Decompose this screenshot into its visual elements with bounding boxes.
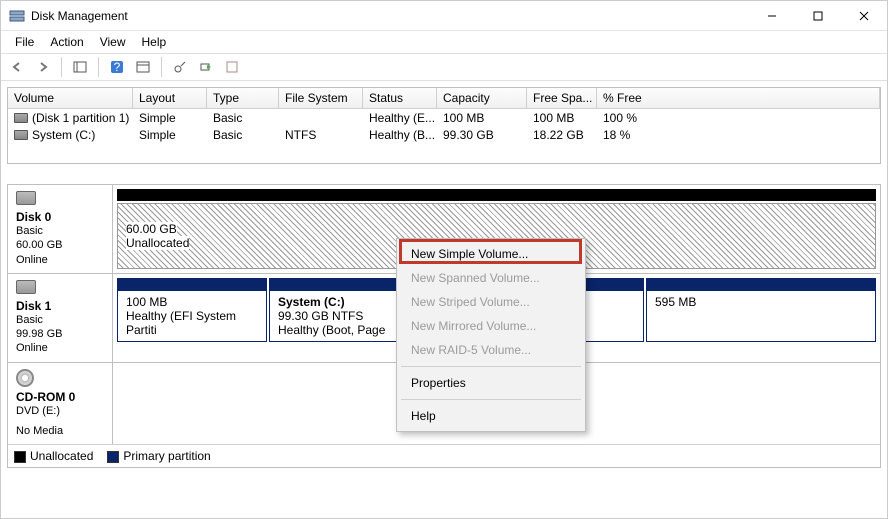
svg-text:?: ? [114, 60, 121, 74]
cell-status: Healthy (B... [363, 127, 437, 143]
menu-action[interactable]: Action [42, 32, 91, 52]
col-capacity[interactable]: Capacity [437, 88, 527, 109]
col-type[interactable]: Type [207, 88, 279, 109]
menu-file[interactable]: File [7, 32, 42, 52]
disk0-status: Online [16, 253, 104, 267]
col-filesystem[interactable]: File System [279, 88, 363, 109]
cdrom-info[interactable]: CD-ROM 0 DVD (E:) No Media [8, 363, 113, 445]
disk0-title: Disk 0 [16, 210, 51, 224]
col-status[interactable]: Status [363, 88, 437, 109]
menu-help[interactable]: Help [134, 32, 175, 52]
cdrom-status: No Media [16, 424, 104, 438]
toolbar-separator [61, 57, 62, 77]
legend-primary: Primary partition [123, 449, 210, 463]
ctx-properties[interactable]: Properties [399, 371, 583, 395]
legend-swatch-unallocated [14, 451, 26, 463]
table-row[interactable]: (Disk 1 partition 1) Simple Basic Health… [8, 109, 880, 126]
part-header-bar [646, 278, 876, 290]
ctx-new-mirrored-volume: New Mirrored Volume... [399, 314, 583, 338]
action-button[interactable] [194, 55, 218, 79]
legend-unallocated: Unallocated [30, 449, 93, 463]
refresh-button[interactable] [168, 55, 192, 79]
toolbar-separator [98, 57, 99, 77]
disk0-part-status: Unallocated [126, 236, 189, 250]
disk0-size: 60.00 GB [16, 238, 104, 252]
disk1-type: Basic [16, 313, 104, 327]
settings-list-button[interactable] [131, 55, 155, 79]
hdd-icon [16, 191, 36, 205]
maximize-button[interactable] [795, 1, 841, 31]
volume-body: (Disk 1 partition 1) Simple Basic Health… [8, 109, 880, 163]
disk0-header-bar [117, 189, 876, 201]
cell-free: 18.22 GB [527, 127, 597, 143]
col-pctfree[interactable]: % Free [597, 88, 880, 109]
cell-layout: Simple [133, 127, 207, 143]
disk0-part-size: 60.00 GB [126, 222, 177, 236]
ctx-new-spanned-volume: New Spanned Volume... [399, 266, 583, 290]
cell-type: Basic [207, 110, 279, 126]
cell-pct: 18 % [597, 127, 880, 143]
toolbar-separator [161, 57, 162, 77]
col-volume[interactable]: Volume [8, 88, 133, 109]
volume-icon [14, 130, 28, 140]
volume-header-row: Volume Layout Type File System Status Ca… [8, 88, 880, 109]
table-row[interactable]: System (C:) Simple Basic NTFS Healthy (B… [8, 126, 880, 143]
col-layout[interactable]: Layout [133, 88, 207, 109]
volume-icon [14, 113, 28, 123]
cell-volume: System (C:) [32, 128, 95, 142]
window-title: Disk Management [31, 9, 749, 23]
disk-management-icon [9, 8, 25, 24]
cd-icon [16, 369, 34, 387]
cell-pct: 100 % [597, 110, 880, 126]
cdrom-title: CD-ROM 0 [16, 390, 75, 404]
cell-capacity: 100 MB [437, 110, 527, 126]
help-button[interactable]: ? [105, 55, 129, 79]
close-button[interactable] [841, 1, 887, 31]
more-button[interactable] [220, 55, 244, 79]
cell-free: 100 MB [527, 110, 597, 126]
context-menu: New Simple Volume... New Spanned Volume.… [396, 238, 586, 432]
ctx-separator [401, 399, 581, 400]
part-size: 100 MB [126, 295, 258, 309]
disk1-part3[interactable]: 595 MB [646, 290, 876, 342]
cell-layout: Simple [133, 110, 207, 126]
cell-type: Basic [207, 127, 279, 143]
cell-fs: NTFS [279, 127, 363, 143]
menu-view[interactable]: View [92, 32, 134, 52]
legend-swatch-primary [107, 451, 119, 463]
ctx-separator [401, 366, 581, 367]
hdd-icon [16, 280, 36, 294]
disk0-type: Basic [16, 224, 104, 238]
ctx-new-striped-volume: New Striped Volume... [399, 290, 583, 314]
volume-table: Volume Layout Type File System Status Ca… [7, 87, 881, 164]
cell-fs [279, 117, 363, 119]
part-header-bar [117, 278, 267, 290]
title-bar: Disk Management [1, 1, 887, 31]
disk0-info[interactable]: Disk 0 Basic 60.00 GB Online [8, 185, 113, 273]
disk1-info[interactable]: Disk 1 Basic 99.98 GB Online [8, 274, 113, 362]
ctx-help[interactable]: Help [399, 404, 583, 428]
cdrom-drive: DVD (E:) [16, 404, 104, 418]
disk1-part1[interactable]: 100 MB Healthy (EFI System Partiti [117, 290, 267, 342]
cell-volume: (Disk 1 partition 1) [32, 111, 129, 125]
part-title: System (C:) [278, 295, 345, 309]
col-free[interactable]: Free Spa... [527, 88, 597, 109]
show-hide-console-button[interactable] [68, 55, 92, 79]
cell-status: Healthy (E... [363, 110, 437, 126]
forward-button[interactable] [31, 55, 55, 79]
disk1-status: Online [16, 341, 104, 355]
back-button[interactable] [5, 55, 29, 79]
part-size: 595 MB [655, 295, 867, 309]
ctx-new-raid5-volume: New RAID-5 Volume... [399, 338, 583, 362]
part-status: Healthy (EFI System Partiti [126, 309, 258, 337]
ctx-new-simple-volume[interactable]: New Simple Volume... [399, 242, 583, 266]
cell-capacity: 99.30 GB [437, 127, 527, 143]
menu-bar: File Action View Help [1, 31, 887, 53]
minimize-button[interactable] [749, 1, 795, 31]
disk1-size: 99.98 GB [16, 327, 104, 341]
disk1-title: Disk 1 [16, 299, 51, 313]
legend: Unallocated Primary partition [8, 444, 880, 467]
toolbar: ? [1, 53, 887, 81]
